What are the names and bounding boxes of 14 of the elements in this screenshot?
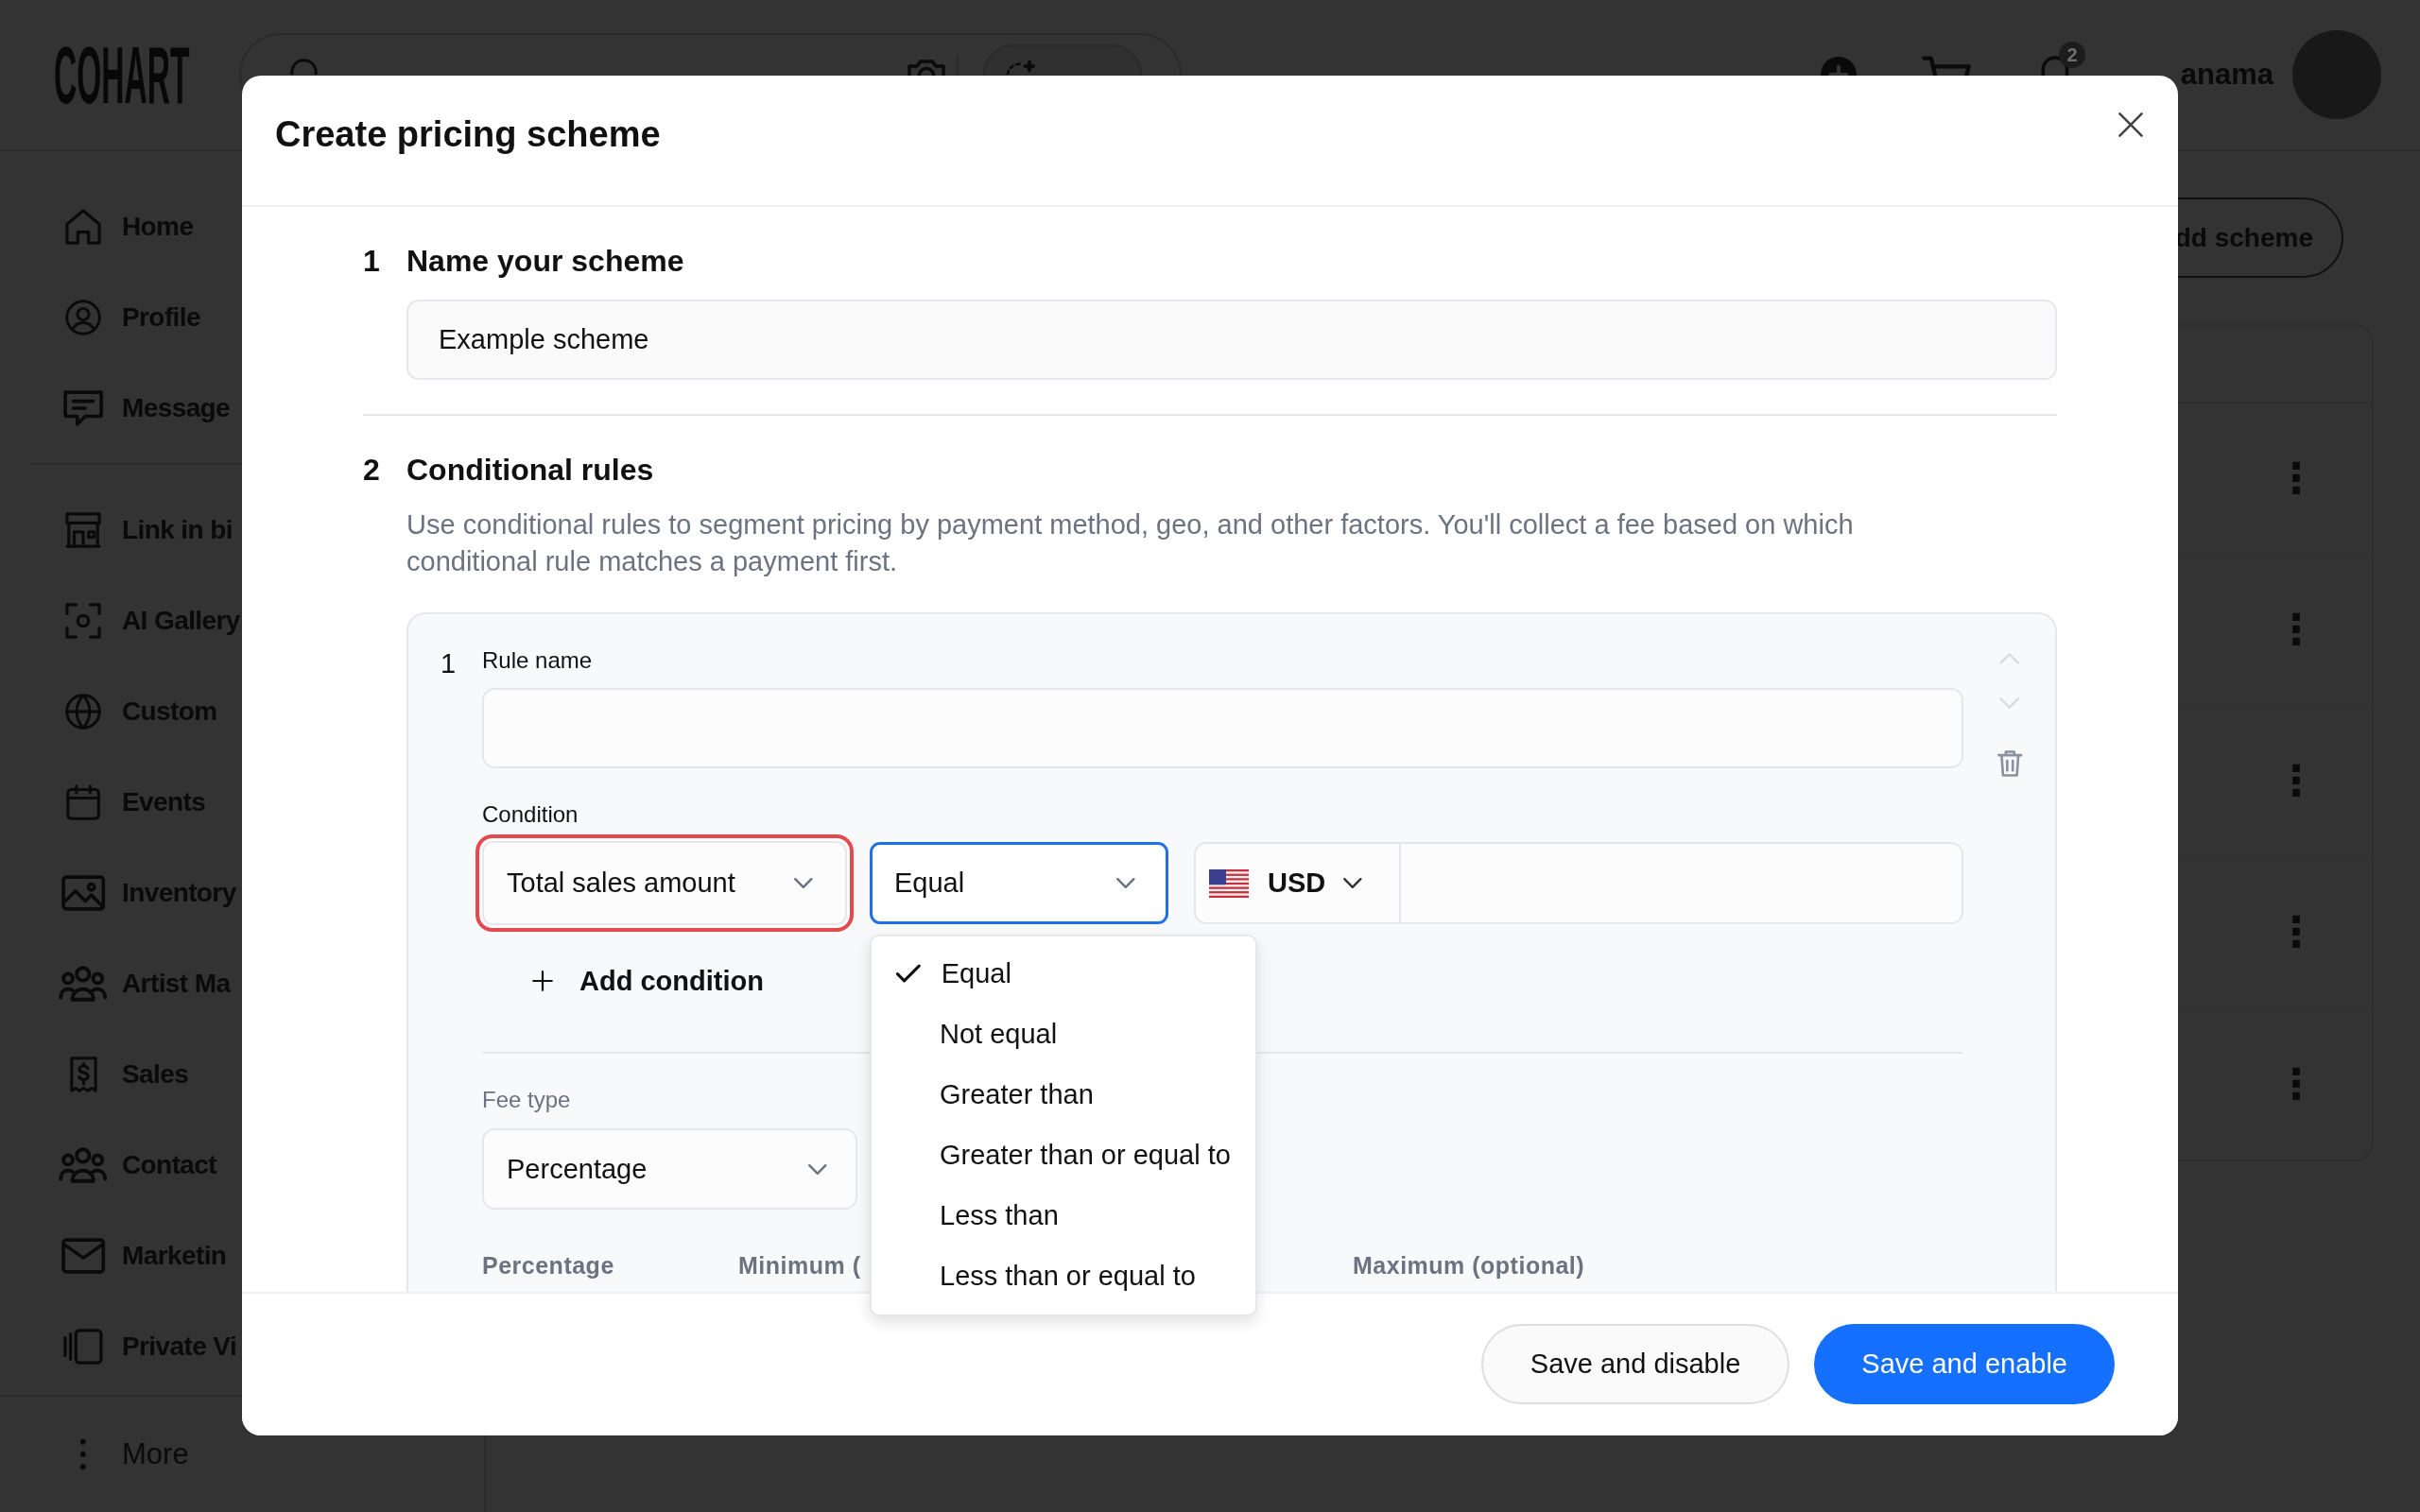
column-header: Percentage: [482, 1251, 614, 1280]
column-header: Minimum (: [738, 1251, 861, 1280]
section-title: Name your scheme: [406, 243, 685, 280]
section-title: Conditional rules: [406, 452, 655, 489]
field-label: Fee type: [482, 1086, 571, 1114]
field-label: Condition: [482, 800, 579, 829]
modal-title: Create pricing scheme: [275, 113, 661, 156]
rule-number: 1: [441, 649, 458, 678]
field-label: Rule name: [482, 646, 593, 675]
step-number: 1: [363, 243, 381, 280]
column-header: Maximum (optional): [1353, 1251, 1585, 1280]
section-description: Use conditional rules to segment pricing by payment method, geo, and other factors. You'll collect a fee based on which conditional rule matches a payment first.: [406, 508, 1855, 578]
notification-badge: 2: [2058, 42, 2085, 68]
step-number: 2: [363, 452, 381, 489]
